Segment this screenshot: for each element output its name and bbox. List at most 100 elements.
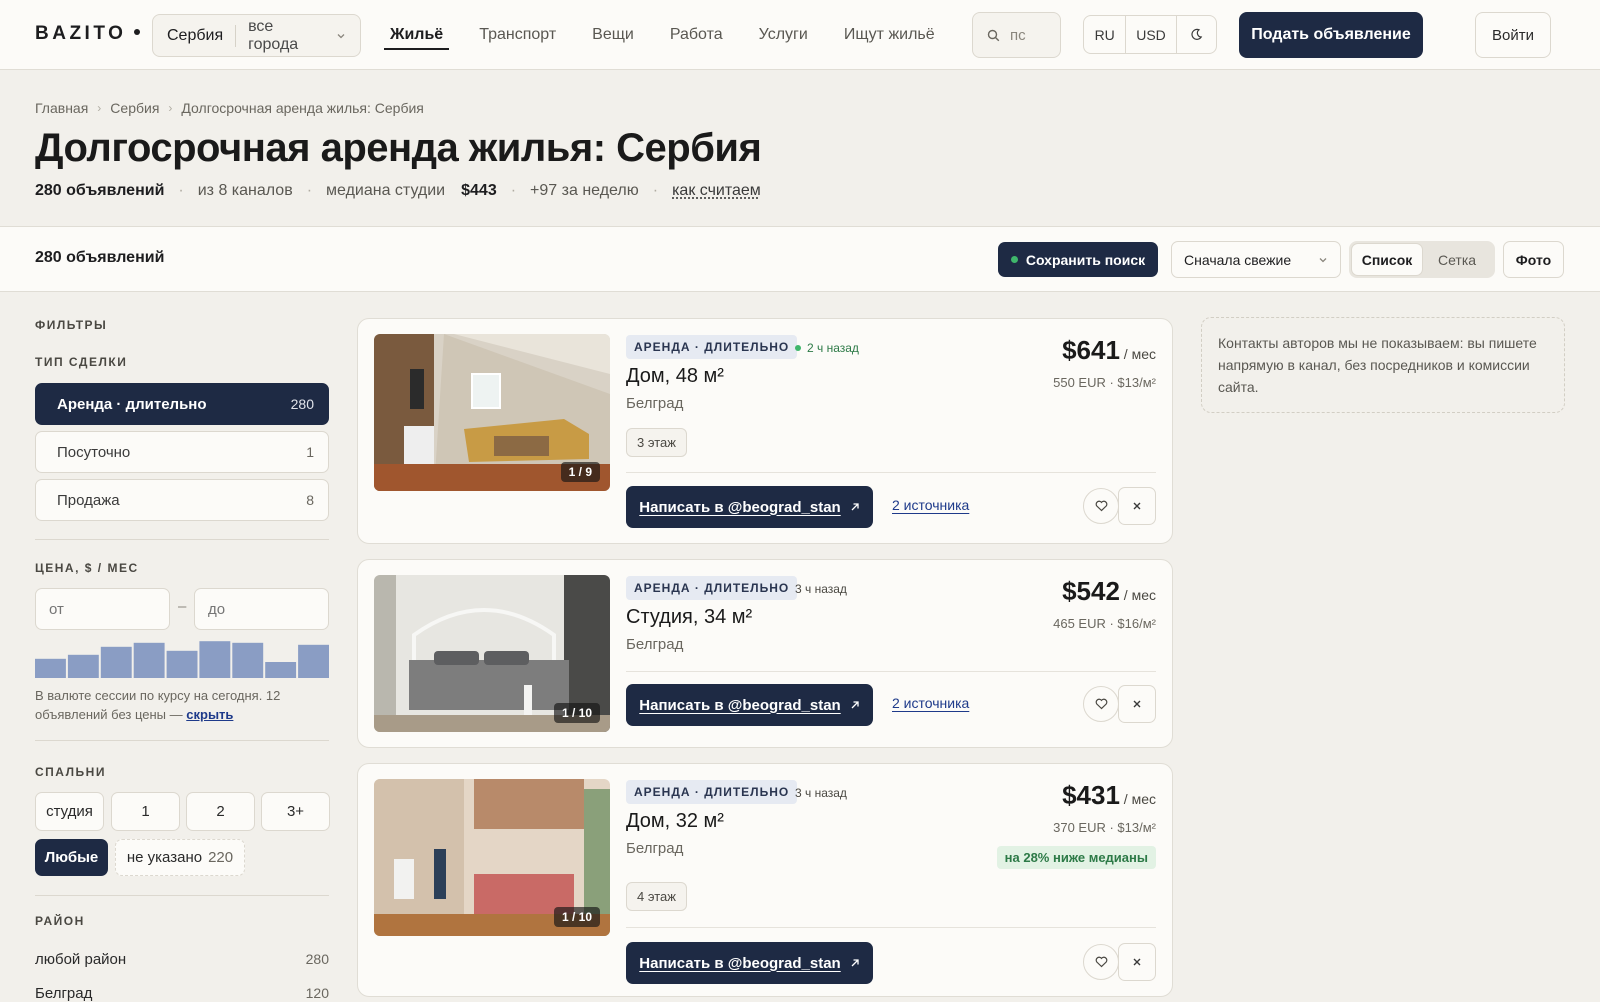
listing-price: $542 / мес (1062, 576, 1156, 607)
location-select[interactable]: Сербия все города (152, 14, 361, 57)
bed-unspecified[interactable]: не указано 220 (115, 839, 245, 876)
sort-select[interactable]: Сначала свежие (1171, 241, 1341, 278)
view-list-button[interactable]: Список (1352, 244, 1422, 275)
price-details: 370 EUR · $13/м² (1053, 820, 1156, 835)
bedrooms-heading: СПАЛЬНИ (35, 765, 106, 779)
price-value: $542 (1062, 576, 1120, 606)
breadcrumb-separator: › (97, 101, 102, 115)
sources-link[interactable]: 2 источника (892, 497, 969, 513)
listing-photo[interactable]: 1 / 9 (374, 334, 610, 491)
logo[interactable]: BAZITO (35, 23, 141, 45)
login-button[interactable]: Войти (1475, 12, 1551, 58)
listing-card[interactable]: 1 / 10 АРЕНДА · ДЛИТЕЛЬНО 3 ч назад Студ… (357, 559, 1173, 748)
district-belgrade[interactable]: Белград 120 (35, 985, 329, 1002)
bed-3-plus[interactable]: 3+ (261, 792, 330, 831)
close-icon (1132, 501, 1142, 511)
heart-icon (1095, 500, 1108, 512)
logo-dot (134, 28, 141, 35)
listing-card[interactable]: 1 / 9 АРЕНДА · ДЛИТЕЛЬНО 2 ч назад Дом, … (357, 318, 1173, 544)
search-input[interactable]: пс (972, 12, 1061, 58)
breadcrumb-country[interactable]: Сербия (110, 100, 159, 116)
write-button-label: Написать в @beograd_stan (639, 954, 841, 972)
posted-time: 3 ч назад (795, 786, 847, 800)
write-telegram-button[interactable]: Написать в @beograd_stan (626, 942, 873, 984)
favorite-button[interactable] (1083, 944, 1119, 980)
divider (35, 539, 329, 540)
how-we-count-link[interactable]: как считаем (672, 182, 761, 200)
deal-sale[interactable]: Продажа 8 (35, 479, 329, 521)
deal-type-heading: ТИП СДЕЛКИ (35, 355, 128, 369)
bed-unspecified-count: 220 (208, 849, 234, 866)
listing-title[interactable]: Дом, 32 м² (626, 810, 724, 833)
bed-any[interactable]: Любые (35, 839, 108, 876)
favorite-button[interactable] (1083, 488, 1119, 524)
favorite-button[interactable] (1083, 686, 1119, 722)
price-to-input[interactable] (194, 588, 329, 630)
breadcrumb-separator: › (168, 101, 173, 115)
dismiss-button[interactable] (1118, 943, 1156, 981)
chevron-down-icon (336, 31, 346, 41)
nav-link-seeking-housing[interactable]: Ищут жильё (826, 0, 953, 70)
view-grid-button[interactable]: Сетка (1422, 244, 1492, 275)
price-range-dash: – (178, 598, 187, 615)
dismiss-button[interactable] (1118, 487, 1156, 525)
deal-label: Продажа (57, 491, 120, 509)
sources-link[interactable]: 2 источника (892, 695, 969, 711)
photo-counter: 1 / 9 (560, 462, 600, 482)
listing-title[interactable]: Студия, 34 м² (626, 606, 752, 629)
stats-dot: · (652, 182, 659, 199)
post-ad-button[interactable]: Подать объявление (1239, 12, 1423, 58)
deal-count: 8 (306, 492, 314, 508)
nav-link-services[interactable]: Услуги (741, 0, 826, 70)
hide-no-price-link[interactable]: скрыть (186, 707, 233, 722)
histogram-bar (298, 644, 329, 678)
listing-title[interactable]: Дом, 48 м² (626, 365, 724, 388)
histogram-bar (232, 642, 264, 678)
price-from-input[interactable] (35, 588, 170, 630)
deal-long-term[interactable]: Аренда · длительно 280 (35, 383, 329, 425)
listing-price: $431 / мес (1062, 780, 1156, 811)
bed-2[interactable]: 2 (186, 792, 255, 831)
photo-view-button[interactable]: Фото (1503, 241, 1564, 278)
listing-city: Белград (626, 840, 684, 857)
bed-1[interactable]: 1 (111, 792, 180, 831)
card-divider (626, 927, 1156, 928)
price-note-text: В валюте сессии по курсу на сегодня. 12 … (35, 688, 281, 722)
listing-photo[interactable]: 1 / 10 (374, 779, 610, 936)
settings-toggles: RU USD (1083, 15, 1217, 54)
nav-link-jobs[interactable]: Работа (652, 0, 741, 70)
histogram-bar (166, 650, 198, 678)
histogram-bar (199, 641, 231, 678)
write-telegram-button[interactable]: Написать в @beograd_stan (626, 486, 873, 528)
summary-stats: 280 объявлений · из 8 каналов · медиана … (35, 182, 761, 200)
currency-toggle[interactable]: USD (1126, 16, 1177, 53)
district-heading: РАЙОН (35, 914, 85, 928)
deal-label: Аренда · длительно (57, 395, 207, 413)
listing-count: 280 объявлений (35, 182, 165, 199)
bed-studio[interactable]: студия (35, 792, 104, 831)
listing-photo[interactable]: 1 / 10 (374, 575, 610, 732)
listing-card[interactable]: 1 / 10 АРЕНДА · ДЛИТЕЛЬНО 3 ч назад Дом,… (357, 763, 1173, 997)
weekly-growth: +97 за неделю (530, 182, 639, 199)
posted-time-text: 3 ч назад (795, 582, 847, 596)
histogram-bar (35, 658, 66, 678)
external-arrow-icon (850, 502, 860, 512)
nav-link-housing[interactable]: Жильё (372, 0, 461, 70)
posted-time-text: 3 ч назад (795, 786, 847, 800)
divider (35, 895, 329, 896)
breadcrumb-home[interactable]: Главная (35, 100, 88, 116)
write-telegram-button[interactable]: Написать в @beograd_stan (626, 684, 873, 726)
theme-toggle[interactable] (1177, 16, 1216, 53)
listing-city: Белград (626, 395, 684, 412)
divider (35, 740, 329, 741)
price-unit: / мес (1123, 791, 1156, 807)
save-search-button[interactable]: Сохранить поиск (998, 242, 1158, 277)
deal-daily[interactable]: Посуточно 1 (35, 431, 329, 473)
nav-link-things[interactable]: Вещи (574, 0, 652, 70)
posted-time-text: 2 ч назад (807, 341, 859, 355)
nav-link-transport[interactable]: Транспорт (461, 0, 574, 70)
dismiss-button[interactable] (1118, 685, 1156, 723)
language-toggle[interactable]: RU (1084, 16, 1127, 53)
district-any[interactable]: любой район 280 (35, 951, 329, 968)
deal-badge: АРЕНДА · ДЛИТЕЛЬНО (626, 335, 798, 359)
